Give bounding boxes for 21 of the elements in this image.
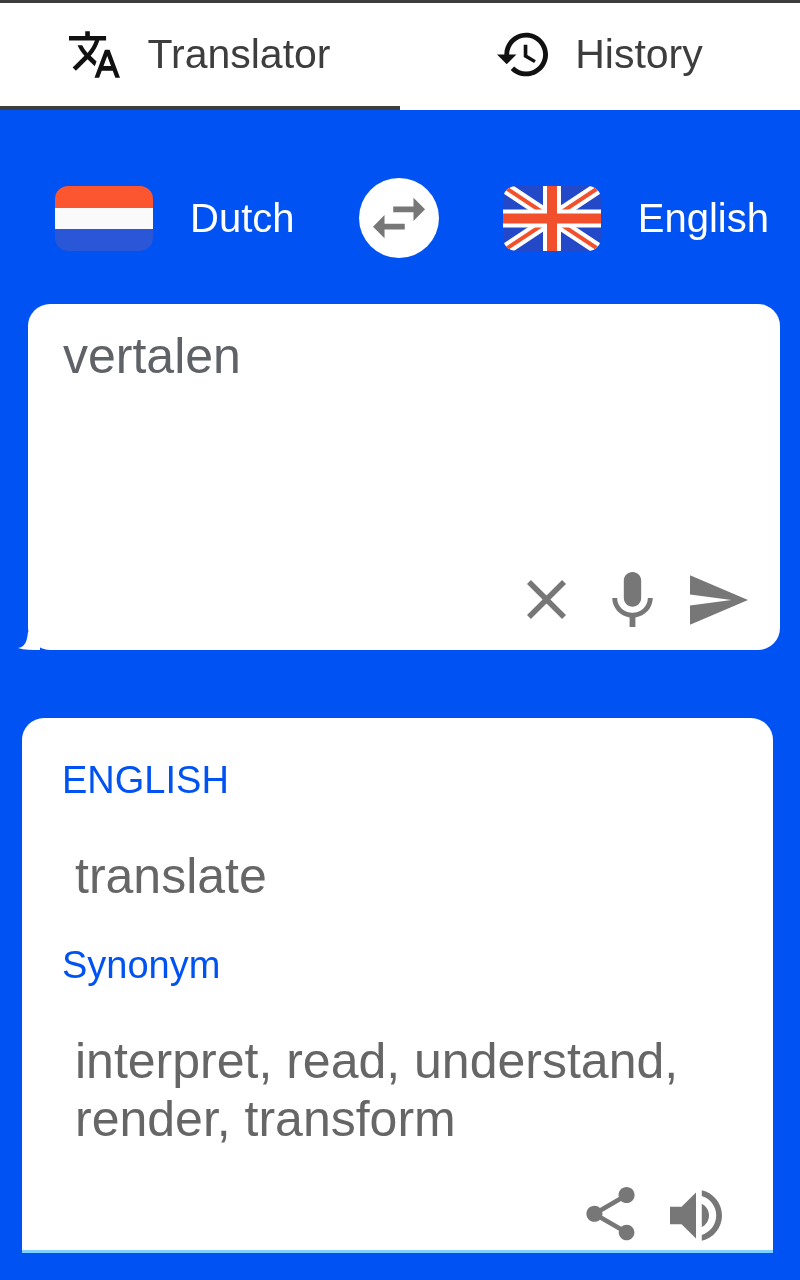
text-input-field[interactable]: vertalen (28, 304, 780, 650)
share-icon (585, 1187, 636, 1243)
send-button[interactable] (690, 574, 748, 625)
speech-bubble-tail (18, 632, 40, 650)
speaker-icon (670, 1189, 722, 1241)
result-language-label: ENGLISH (62, 758, 230, 802)
synonyms-text: interpret, read, understand, render, transform (74, 1032, 680, 1148)
uk-flag-icon (502, 185, 601, 251)
target-language-button[interactable]: English (502, 185, 769, 251)
translation-text: translate (74, 847, 268, 905)
share-button[interactable] (585, 1187, 636, 1243)
clear-button[interactable] (527, 580, 566, 619)
translate-icon (69, 29, 121, 80)
close-icon (527, 580, 566, 619)
microphone-button[interactable] (612, 572, 653, 627)
send-icon (690, 574, 748, 625)
speak-button[interactable] (670, 1189, 722, 1241)
synonym-heading: Synonym (62, 943, 222, 987)
source-language-button[interactable]: Dutch (55, 185, 295, 251)
netherlands-flag-icon (55, 185, 153, 251)
microphone-icon (612, 572, 653, 627)
